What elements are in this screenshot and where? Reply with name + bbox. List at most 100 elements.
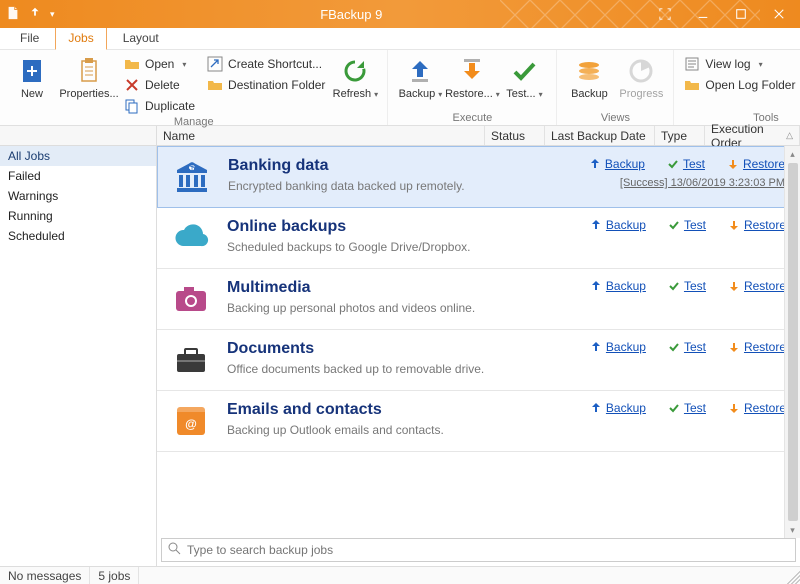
col-name[interactable]: Name — [157, 126, 485, 145]
new-doc-icon[interactable] — [6, 6, 20, 23]
delete-button[interactable]: Delete — [120, 75, 199, 95]
view-log-button[interactable]: View log — [680, 54, 799, 74]
cloud-icon — [171, 218, 211, 258]
job-restore-link[interactable]: Restore — [728, 279, 786, 293]
sidebar-item-failed[interactable]: Failed — [0, 166, 156, 186]
job-meta[interactable]: [Success] 13/06/2019 3:23:03 PM — [620, 177, 785, 189]
minimize-button[interactable] — [686, 0, 720, 28]
folder-icon — [207, 77, 223, 93]
ribbon-group-execute: Backup Restore... Test... Execute — [388, 50, 557, 125]
job-backup-link[interactable]: Backup — [590, 401, 646, 415]
col-exec[interactable]: Execution Order△ — [705, 126, 800, 145]
refresh-button[interactable]: Refresh — [329, 52, 381, 100]
views-backup-button[interactable]: Backup — [563, 52, 615, 100]
maximize-button[interactable] — [724, 0, 758, 28]
column-headers: Name Status Last Backup Date Type Execut… — [0, 126, 800, 146]
app-title: FBackup 9 — [55, 7, 648, 22]
menu-tabs: File Jobs Layout — [0, 28, 800, 50]
ribbon-group-views: Backup Progress Views — [557, 50, 674, 125]
ribbon-group-manage: New Properties... Open Delete Duplicate … — [0, 50, 388, 125]
job-test-link[interactable]: Test — [668, 340, 706, 354]
briefcase-icon — [171, 340, 211, 380]
ribbon-group-tools: View log Open Log Folder Messages Tools — [674, 50, 800, 125]
job-backup-link[interactable]: Backup — [590, 279, 646, 293]
job-test-link[interactable]: Test — [668, 401, 706, 415]
job-restore-link[interactable]: Restore — [728, 401, 786, 415]
sidebar-item-scheduled[interactable]: Scheduled — [0, 226, 156, 246]
close-button[interactable] — [762, 0, 796, 28]
at-icon: @ — [171, 401, 211, 441]
bank-icon: $ — [172, 157, 212, 197]
sidebar: All JobsFailedWarningsRunningScheduled — [0, 146, 157, 566]
views-progress-button[interactable]: Progress — [615, 52, 667, 100]
job-restore-link[interactable]: Restore — [728, 340, 786, 354]
duplicate-icon — [124, 98, 140, 114]
properties-button[interactable]: Properties... — [58, 52, 120, 100]
backup-button[interactable]: Backup — [394, 52, 446, 100]
group-label-execute: Execute — [394, 112, 550, 125]
tab-file[interactable]: File — [8, 27, 51, 49]
refresh-icon — [340, 56, 370, 86]
fullscreen-button[interactable] — [648, 0, 682, 28]
search-input[interactable] — [187, 543, 789, 557]
job-title: Banking data — [228, 157, 509, 175]
col-type[interactable]: Type — [655, 126, 705, 145]
stack-icon — [574, 56, 604, 86]
main-panel: $ Banking data Encrypted banking data ba… — [157, 146, 800, 566]
status-bar: No messages 5 jobs — [0, 566, 800, 584]
job-backup-link[interactable]: Backup — [590, 218, 646, 232]
job-title: Emails and contacts — [227, 401, 510, 419]
job-row[interactable]: Documents Office documents backed up to … — [157, 330, 800, 391]
sidebar-item-running[interactable]: Running — [0, 206, 156, 226]
sidebar-item-warnings[interactable]: Warnings — [0, 186, 156, 206]
title-bar: ▾ FBackup 9 — [0, 0, 800, 28]
job-test-link[interactable]: Test — [668, 279, 706, 293]
open-log-folder-button[interactable]: Open Log Folder — [680, 75, 799, 95]
resize-grip[interactable] — [784, 567, 800, 584]
shortcut-icon — [207, 56, 223, 72]
job-title: Online backups — [227, 218, 510, 236]
ribbon: New Properties... Open Delete Duplicate … — [0, 50, 800, 126]
vertical-scrollbar[interactable]: ▴ ▾ — [784, 146, 800, 538]
job-description: Backing up Outlook emails and contacts. — [227, 423, 510, 437]
new-icon — [17, 56, 47, 86]
job-title: Documents — [227, 340, 510, 358]
job-description: Encrypted banking data backed up remotel… — [228, 179, 509, 193]
restore-down-icon — [457, 56, 487, 86]
restore-button[interactable]: Restore... — [446, 52, 498, 100]
job-row[interactable]: Online backups Scheduled backups to Goog… — [157, 208, 800, 269]
job-title: Multimedia — [227, 279, 510, 297]
properties-icon — [74, 56, 104, 86]
duplicate-button[interactable]: Duplicate — [120, 96, 199, 116]
tab-layout[interactable]: Layout — [111, 27, 171, 49]
job-restore-link[interactable]: Restore — [727, 157, 785, 171]
delete-icon — [124, 77, 140, 93]
job-test-link[interactable]: Test — [667, 157, 705, 171]
status-messages: No messages — [0, 567, 90, 584]
test-button[interactable]: Test... — [498, 52, 550, 100]
status-jobs: 5 jobs — [90, 567, 139, 584]
folder-icon — [684, 77, 700, 93]
sidebar-item-all-jobs[interactable]: All Jobs — [0, 146, 156, 166]
job-row[interactable]: @ Emails and contacts Backing up Outlook… — [157, 391, 800, 452]
job-description: Backing up personal photos and videos on… — [227, 301, 510, 315]
open-button[interactable]: Open — [120, 54, 199, 74]
col-status[interactable]: Status — [485, 126, 545, 145]
job-backup-link[interactable]: Backup — [590, 340, 646, 354]
job-test-link[interactable]: Test — [668, 218, 706, 232]
destination-folder-button[interactable]: Destination Folder — [203, 75, 329, 95]
search-icon — [168, 542, 181, 558]
job-description: Scheduled backups to Google Drive/Dropbo… — [227, 240, 510, 254]
create-shortcut-button[interactable]: Create Shortcut... — [203, 54, 329, 74]
job-restore-link[interactable]: Restore — [728, 218, 786, 232]
svg-text:$: $ — [189, 160, 196, 174]
new-button[interactable]: New — [6, 52, 58, 100]
jobs-list: $ Banking data Encrypted banking data ba… — [157, 146, 800, 534]
job-row[interactable]: $ Banking data Encrypted banking data ba… — [157, 146, 800, 208]
upload-icon[interactable] — [28, 6, 42, 23]
job-backup-link[interactable]: Backup — [589, 157, 645, 171]
tab-jobs[interactable]: Jobs — [55, 26, 106, 50]
job-row[interactable]: Multimedia Backing up personal photos an… — [157, 269, 800, 330]
progress-icon — [626, 56, 656, 86]
col-last[interactable]: Last Backup Date — [545, 126, 655, 145]
